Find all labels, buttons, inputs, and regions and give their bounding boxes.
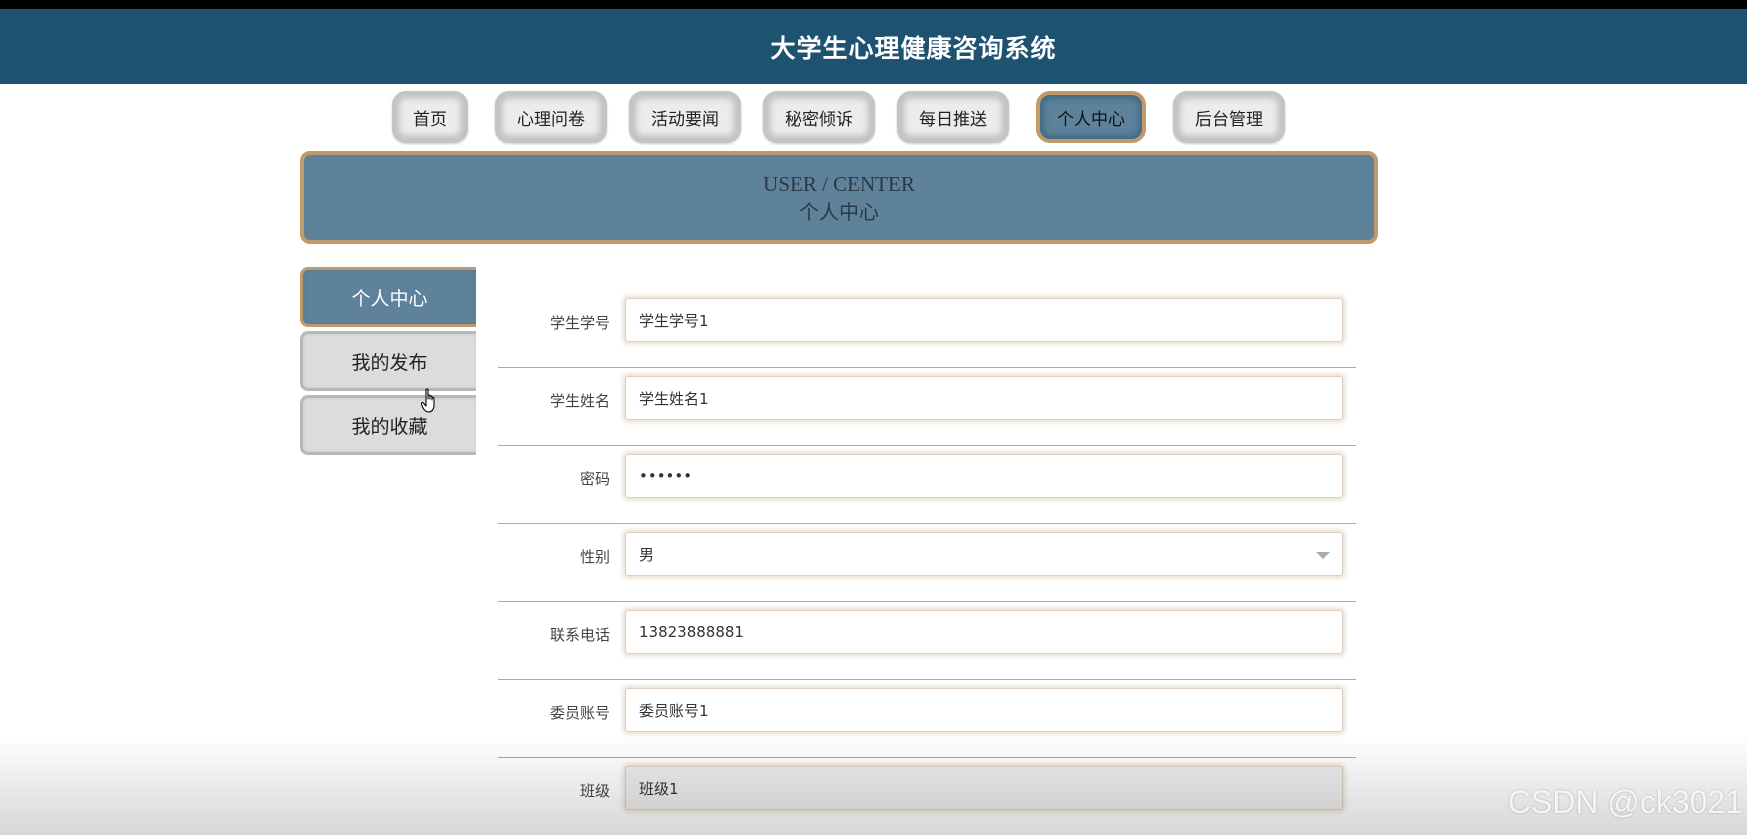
password-input[interactable]: ••••••	[625, 454, 1343, 498]
nav-item-daily-push[interactable]: 每日推送	[897, 91, 1009, 143]
form-row-password: 密码 ••••••	[498, 446, 1356, 524]
main-nav: 首页 心理问卷 活动要闻 秘密倾诉 每日推送 个人中心 后台管理	[0, 91, 1747, 143]
banner-title-en: USER / CENTER	[763, 171, 915, 196]
password-label: 密码	[579, 470, 610, 488]
form-row-gender: 性别 男	[498, 524, 1356, 602]
nav-item-questionnaire[interactable]: 心理问卷	[495, 91, 607, 143]
sidebar-item-user-center[interactable]: 个人中心	[300, 267, 476, 327]
gender-label: 性别	[579, 548, 610, 566]
form-row-class: 班级 班级1	[498, 758, 1356, 835]
hand-pointer-icon	[421, 388, 435, 413]
nav-item-news[interactable]: 活动要闻	[629, 91, 741, 143]
sidebar-item-my-favorites[interactable]: 我的收藏	[300, 395, 476, 455]
nav-item-confide[interactable]: 秘密倾诉	[763, 91, 875, 143]
form-row-student-name: 学生姓名 学生姓名1	[498, 368, 1356, 446]
gender-select[interactable]: 男	[625, 532, 1343, 576]
student-name-label: 学生姓名	[549, 392, 610, 410]
gender-selected-value: 男	[639, 545, 655, 564]
site-header: 大学生心理健康咨询系统	[0, 9, 1747, 84]
nav-item-admin[interactable]: 后台管理	[1173, 91, 1285, 143]
chevron-down-icon	[1316, 552, 1330, 559]
form-row-phone: 联系电话 13823888881	[498, 602, 1356, 680]
site-title: 大学生心理健康咨询系统	[770, 33, 1057, 63]
student-id-label: 学生学号	[549, 314, 610, 332]
nav-item-home[interactable]: 首页	[392, 91, 468, 143]
top-edge-bar	[0, 0, 1747, 9]
banner-title-cn: 个人中心	[799, 199, 879, 224]
phone-input[interactable]: 13823888881	[625, 610, 1343, 654]
form-row-committee-account: 委员账号 委员账号1	[498, 680, 1356, 758]
watermark: CSDN @ck3021	[1507, 784, 1743, 820]
phone-label: 联系电话	[549, 626, 610, 644]
section-banner: USER / CENTER 个人中心	[300, 151, 1378, 244]
nav-item-user-center[interactable]: 个人中心	[1036, 91, 1146, 143]
form-row-student-id: 学生学号 学生学号1	[498, 290, 1356, 368]
sidebar-item-my-posts[interactable]: 我的发布	[300, 331, 476, 391]
class-label: 班级	[579, 782, 610, 800]
class-input[interactable]: 班级1	[625, 766, 1343, 810]
committee-account-input[interactable]: 委员账号1	[625, 688, 1343, 732]
committee-account-label: 委员账号	[549, 704, 610, 722]
student-name-input[interactable]: 学生姓名1	[625, 376, 1343, 420]
student-id-input[interactable]: 学生学号1	[625, 298, 1343, 342]
